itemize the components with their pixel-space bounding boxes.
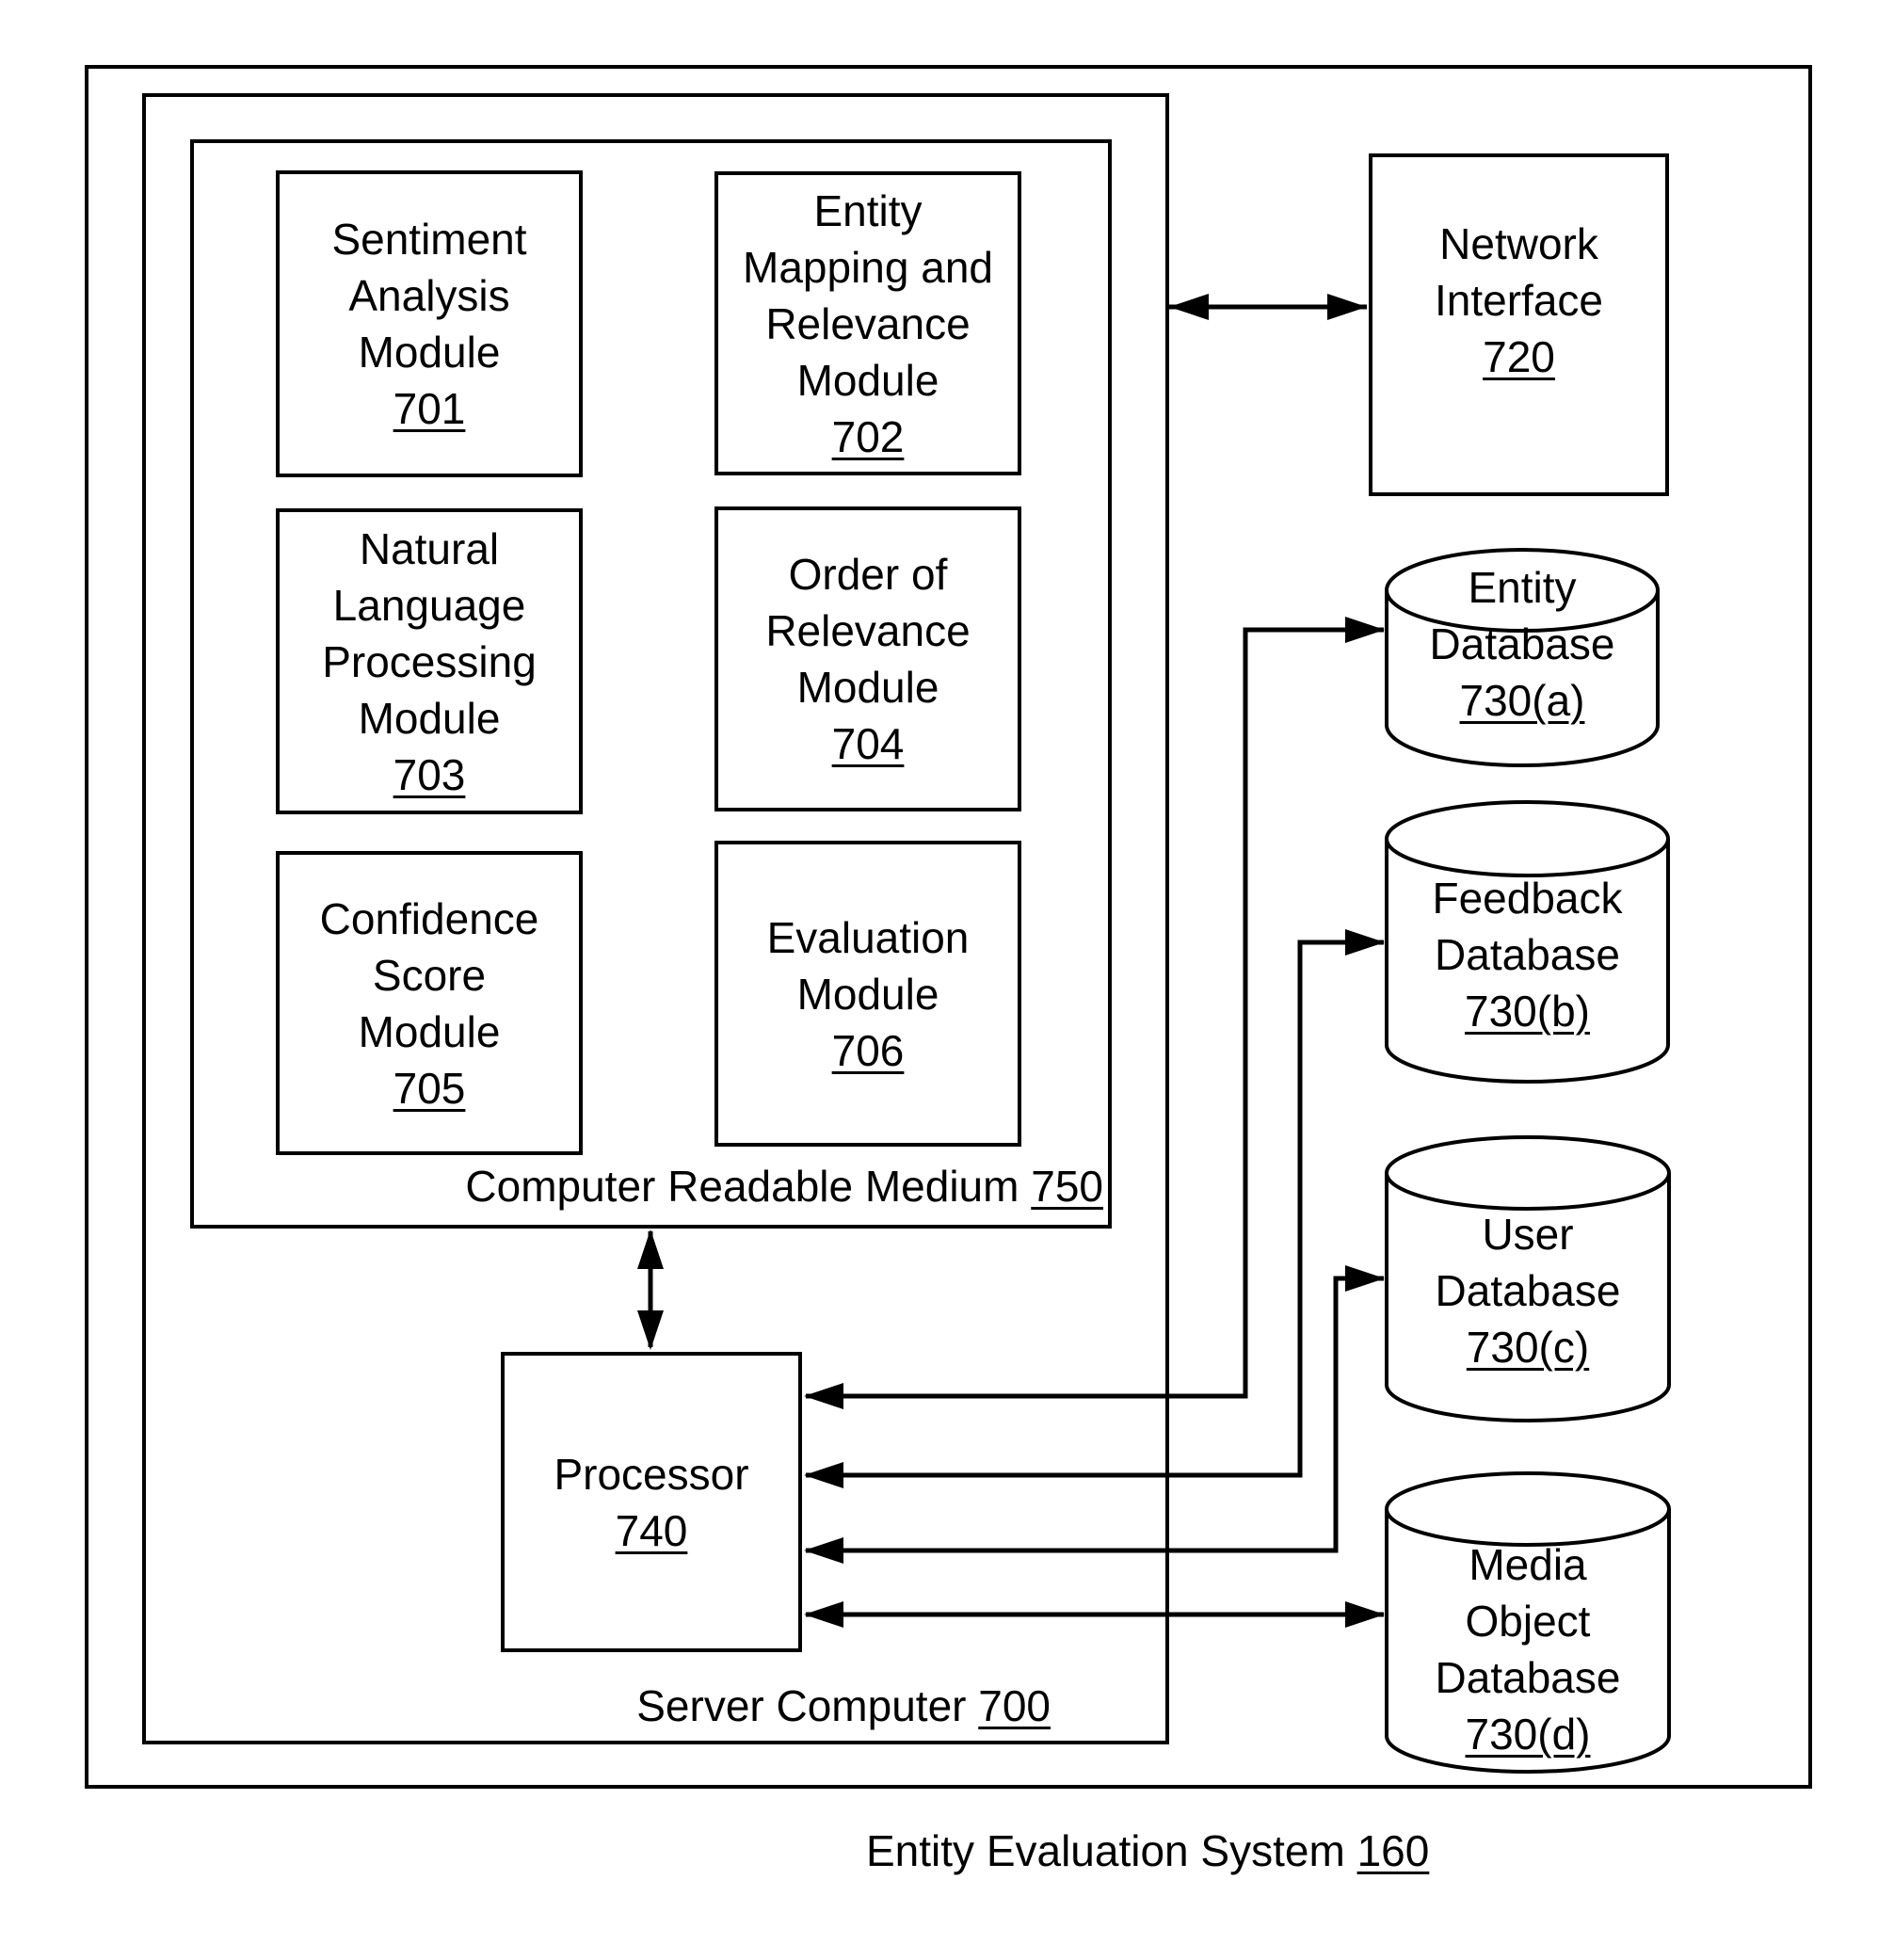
module-label: Evaluation [766, 912, 970, 962]
medium-title: Computer Readable Medium [465, 1162, 1019, 1211]
module-label: Natural [359, 523, 500, 573]
module-label: Language [332, 580, 526, 630]
sentiment-analysis-module: Sentiment Analysis Module 701 [276, 170, 583, 477]
module-label: Module [358, 1006, 501, 1056]
network-interface-label: Network [1439, 219, 1598, 268]
db-label: Database [1429, 619, 1615, 668]
server-computer-label: Server Computer 700 [636, 1679, 1051, 1732]
feedback-database-label: Feedback Database 730(b) [1387, 870, 1668, 1039]
evaluation-module: Evaluation Module 706 [714, 841, 1021, 1147]
module-label: Processing [322, 636, 537, 686]
db-label: Database [1435, 1653, 1621, 1702]
module-ref: 705 [393, 1063, 466, 1113]
db-ref: 730(c) [1466, 1323, 1590, 1372]
db-label: Feedback [1432, 874, 1623, 923]
network-interface-ref: 720 [1483, 332, 1555, 381]
db-ref: 730(b) [1465, 987, 1590, 1036]
entity-database-label: Entity Database 730(a) [1387, 559, 1658, 729]
module-ref: 702 [831, 411, 905, 461]
module-label: Mapping and [743, 242, 993, 292]
arrow-medium-processor [637, 1229, 664, 1350]
module-label: Module [358, 328, 501, 377]
module-label: Module [796, 355, 939, 405]
module-label: Sentiment [331, 215, 527, 264]
db-label: User [1482, 1210, 1574, 1259]
module-label: Entity [813, 185, 923, 235]
caption-title: Entity Evaluation System [866, 1826, 1345, 1875]
db-label: Database [1435, 930, 1620, 979]
db-label: Database [1435, 1266, 1621, 1315]
module-ref: 701 [393, 384, 466, 433]
module-label: Relevance [765, 298, 971, 348]
network-interface-box: Network Interface 720 [1369, 153, 1669, 496]
module-label: Module [796, 969, 939, 1019]
figure-caption: Entity Evaluation System 160 [866, 1824, 1429, 1877]
confidence-score-module: Confidence Score Module 705 [276, 851, 583, 1155]
module-label: Analysis [348, 271, 510, 320]
server-ref: 700 [978, 1681, 1051, 1730]
module-label: Relevance [765, 606, 971, 655]
module-ref: 703 [393, 749, 466, 799]
module-label: Module [796, 663, 939, 712]
arrow-processor-media-db [804, 1601, 1385, 1628]
medium-ref: 750 [1031, 1162, 1103, 1211]
caption-ref: 160 [1356, 1826, 1430, 1875]
db-label: Media [1469, 1540, 1587, 1589]
entity-mapping-relevance-module: Entity Mapping and Relevance Module 702 [714, 171, 1021, 475]
processor-box: Processor 740 [501, 1352, 802, 1652]
module-ref: 706 [831, 1025, 905, 1075]
server-title: Server Computer [636, 1681, 967, 1730]
arrow-server-network-interface [1169, 294, 1367, 320]
processor-label: Processor [554, 1449, 749, 1499]
db-ref: 730(d) [1465, 1710, 1591, 1759]
computer-readable-medium-label: Computer Readable Medium 750 [465, 1160, 1103, 1213]
processor-ref: 740 [615, 1505, 688, 1555]
network-interface-label: Interface [1435, 276, 1603, 325]
db-label: Entity [1468, 563, 1577, 612]
module-label: Score [372, 950, 487, 1000]
db-label: Object [1465, 1597, 1591, 1646]
arrow-processor-user-db [804, 1265, 1385, 1564]
module-label: Order of [788, 550, 948, 599]
user-database-label: User Database 730(c) [1387, 1206, 1669, 1375]
module-label: Module [358, 693, 501, 743]
module-ref: 704 [831, 719, 905, 768]
db-ref: 730(a) [1459, 676, 1585, 725]
media-object-database-label: Media Object Database 730(d) [1387, 1536, 1669, 1762]
order-of-relevance-module: Order of Relevance Module 704 [714, 506, 1021, 811]
natural-language-processing-module: Natural Language Processing Module 703 [276, 508, 583, 814]
module-label: Confidence [319, 893, 539, 943]
diagram-canvas: Sentiment Analysis Module 701 Entity Map… [0, 0, 1894, 1960]
